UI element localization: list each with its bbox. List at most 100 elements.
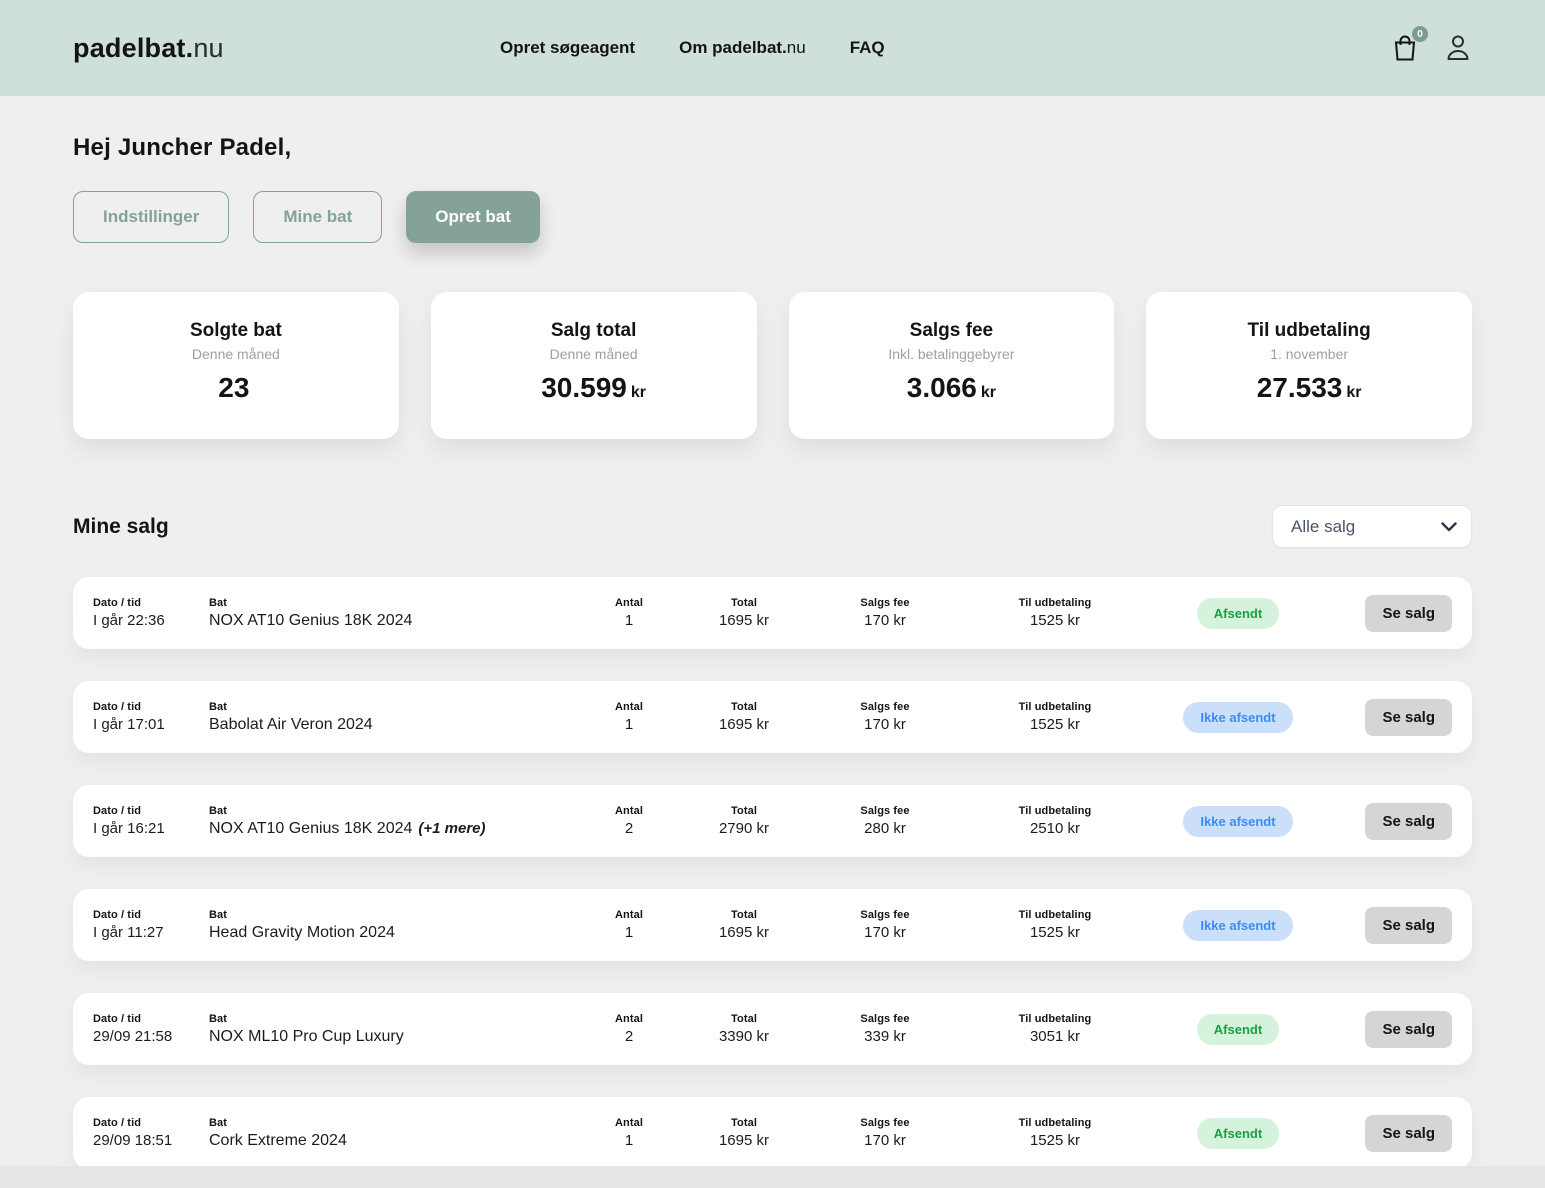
stat-card-solgte-bat: Solgte bat Denne måned 23	[73, 292, 399, 439]
sale-bat: Babolat Air Veron 2024	[209, 716, 584, 734]
col-label-total: Total	[674, 1117, 814, 1129]
col-label-payout: Til udbetaling	[956, 597, 1154, 609]
sale-payout: 1525 kr	[956, 612, 1154, 629]
greeting-heading: Hej Juncher Padel,	[73, 134, 1472, 162]
nav-item-opret-soegeagent[interactable]: Opret søgeagent	[500, 38, 635, 58]
sale-row: Dato / tid I går 22:36 Bat NOX AT10 Genius…	[73, 577, 1472, 649]
sale-date: I går 11:27	[93, 924, 209, 941]
sale-bat-extra: (+1 mere)	[418, 820, 485, 837]
stat-value: 23	[73, 372, 399, 404]
see-sale-button[interactable]: Se salg	[1365, 803, 1452, 840]
col-label-qty: Antal	[584, 597, 674, 609]
stat-subtitle: 1. november	[1146, 346, 1472, 362]
sales-title: Mine salg	[73, 515, 169, 539]
sale-row: Dato / tid29/09 21:58 BatNOX ML10 Pro Cu…	[73, 993, 1472, 1065]
dashboard-actions: Indstillinger Mine bat Opret bat	[73, 191, 1472, 243]
sale-date: I går 16:21	[93, 820, 209, 837]
sale-row: Dato / tidI går 17:01 BatBabolat Air Ver…	[73, 681, 1472, 753]
sale-fee: 170 kr	[814, 716, 956, 733]
col-label-qty: Antal	[584, 805, 674, 817]
sale-date: I går 17:01	[93, 716, 209, 733]
sale-payout: 1525 kr	[956, 716, 1154, 733]
stat-title: Salg total	[431, 320, 757, 342]
status-badge: Ikke afsendt	[1183, 702, 1292, 733]
sale-total: 1695 kr	[674, 1132, 814, 1149]
sales-list: Dato / tid I går 22:36 Bat NOX AT10 Genius…	[73, 577, 1472, 1169]
col-label-qty: Antal	[584, 909, 674, 921]
sale-bat: NOX AT10 Genius 18K 2024(+1 mere)	[209, 820, 584, 838]
sale-bat: NOX ML10 Pro Cup Luxury	[209, 1028, 584, 1046]
see-sale-button[interactable]: Se salg	[1365, 699, 1452, 736]
sale-fee: 339 kr	[814, 1028, 956, 1045]
sales-filter-value: Alle salg	[1291, 517, 1355, 537]
sale-total: 2790 kr	[674, 820, 814, 837]
see-sale-button[interactable]: Se salg	[1365, 1115, 1452, 1152]
nav-item-om-padelbat[interactable]: Om padelbat.nu	[679, 38, 806, 58]
col-label-total: Total	[674, 805, 814, 817]
sale-payout: 3051 kr	[956, 1028, 1154, 1045]
stat-card-salgs-fee: Salgs fee Inkl. betalinggebyrer 3.066kr	[789, 292, 1115, 439]
sale-row: Dato / tid29/09 18:51 BatCork Extreme 20…	[73, 1097, 1472, 1169]
col-label-payout: Til udbetaling	[956, 701, 1154, 713]
col-label-date: Dato / tid	[93, 701, 209, 713]
sale-bat: NOX AT10 Genius 18K 2024	[209, 612, 584, 630]
site-logo[interactable]: padelbat.nu	[73, 33, 224, 64]
sale-date: 29/09 18:51	[93, 1132, 209, 1149]
col-label-payout: Til udbetaling	[956, 1013, 1154, 1025]
sale-fee: 170 kr	[814, 924, 956, 941]
header-icons: 0	[1392, 33, 1472, 63]
nav-item-faq[interactable]: FAQ	[850, 38, 885, 58]
sale-total: 1695 kr	[674, 612, 814, 629]
col-label-fee: Salgs fee	[814, 805, 956, 817]
sale-fee: 170 kr	[814, 612, 956, 629]
sale-qty: 1	[584, 612, 674, 629]
sale-bat: Head Gravity Motion 2024	[209, 924, 584, 942]
opret-bat-button[interactable]: Opret bat	[406, 191, 540, 243]
sale-qty: 1	[584, 1132, 674, 1149]
stat-subtitle: Denne måned	[73, 346, 399, 362]
status-badge: Ikke afsendt	[1183, 806, 1292, 837]
col-label-total: Total	[674, 909, 814, 921]
col-label-fee: Salgs fee	[814, 597, 956, 609]
col-label-qty: Antal	[584, 1117, 674, 1129]
stat-subtitle: Inkl. betalinggebyrer	[789, 346, 1115, 362]
col-label-fee: Salgs fee	[814, 909, 956, 921]
stat-card-til-udbetaling: Til udbetaling 1. november 27.533kr	[1146, 292, 1472, 439]
main-nav: Opret søgeagent Om padelbat.nu FAQ	[500, 38, 885, 58]
stat-subtitle: Denne måned	[431, 346, 757, 362]
top-header: padelbat.nu Opret søgeagent Om padelbat.…	[0, 0, 1545, 96]
sale-date: I går 22:36	[93, 612, 209, 629]
see-sale-button[interactable]: Se salg	[1365, 595, 1452, 632]
status-badge: Ikke afsendt	[1183, 910, 1292, 941]
see-sale-button[interactable]: Se salg	[1365, 907, 1452, 944]
status-badge: Afsendt	[1197, 1118, 1279, 1149]
account-button[interactable]	[1444, 33, 1472, 63]
sale-payout: 1525 kr	[956, 924, 1154, 941]
footer-strip	[0, 1166, 1545, 1188]
col-label-qty: Antal	[584, 701, 674, 713]
col-label-total: Total	[674, 1013, 814, 1025]
col-label-payout: Til udbetaling	[956, 909, 1154, 921]
see-sale-button[interactable]: Se salg	[1365, 1011, 1452, 1048]
mine-bat-button[interactable]: Mine bat	[253, 191, 382, 243]
sale-row: Dato / tidI går 11:27 BatHead Gravity Mo…	[73, 889, 1472, 961]
cart-button[interactable]: 0	[1392, 33, 1420, 63]
col-label-bat: Bat	[209, 597, 584, 609]
status-badge: Afsendt	[1197, 598, 1279, 629]
sales-header: Mine salg Alle salg	[73, 505, 1472, 548]
col-label-payout: Til udbetaling	[956, 805, 1154, 817]
col-label-fee: Salgs fee	[814, 1117, 956, 1129]
col-label-date: Dato / tid	[93, 597, 209, 609]
sale-qty: 2	[584, 820, 674, 837]
stat-value: 30.599kr	[431, 372, 757, 404]
stat-title: Salgs fee	[789, 320, 1115, 342]
stat-title: Til udbetaling	[1146, 320, 1472, 342]
col-label-date: Dato / tid	[93, 1013, 209, 1025]
indstillinger-button[interactable]: Indstillinger	[73, 191, 229, 243]
sales-filter-select[interactable]: Alle salg	[1272, 505, 1472, 548]
col-label-fee: Salgs fee	[814, 701, 956, 713]
sale-row: Dato / tidI går 16:21 BatNOX AT10 Genius…	[73, 785, 1472, 857]
sale-fee: 280 kr	[814, 820, 956, 837]
logo-light-part: nu	[193, 33, 223, 63]
stat-card-salg-total: Salg total Denne måned 30.599kr	[431, 292, 757, 439]
